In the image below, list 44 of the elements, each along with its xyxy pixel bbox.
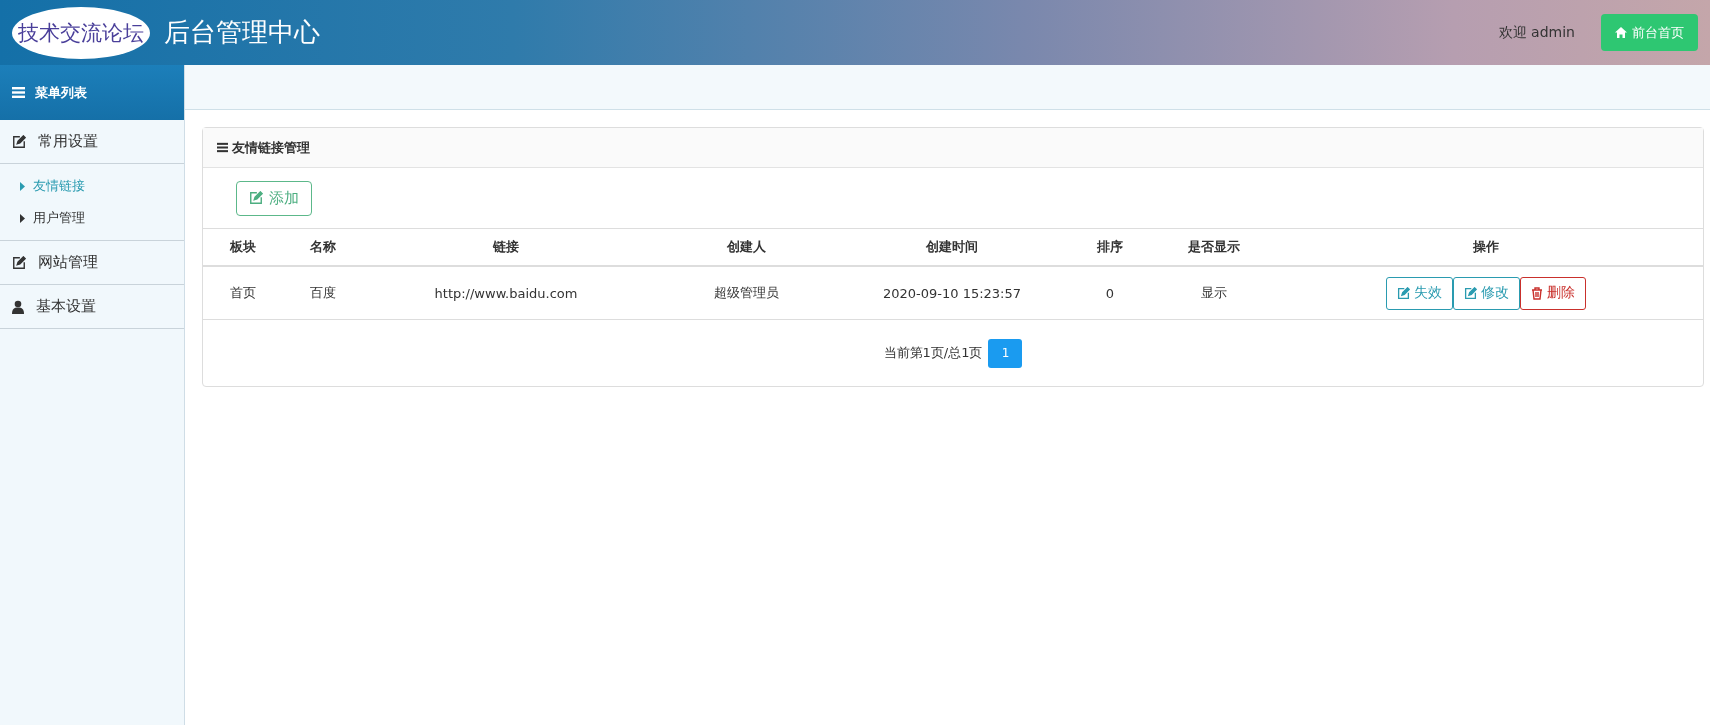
sidebar-item[interactable]: 友情链接 [0, 170, 184, 202]
table-cell: 百度 [283, 266, 363, 320]
page-summary: 当前第1页/总1页 [883, 344, 983, 362]
edit-icon [249, 191, 263, 205]
column-header: 是否显示 [1159, 229, 1269, 266]
column-header: 创建时间 [843, 229, 1061, 266]
sidebar-title: 菜单列表 [35, 83, 87, 102]
column-header: 板块 [203, 229, 283, 266]
caret-icon [20, 213, 25, 223]
column-header: 名称 [283, 229, 363, 266]
table-cell: 显示 [1159, 266, 1269, 320]
panel-title: 友情链接管理 [232, 138, 310, 157]
sidebar-group[interactable]: 基本设置 [0, 285, 184, 329]
table-cell: http://www.baidu.com [363, 266, 649, 320]
edit-button[interactable]: 修改 [1453, 276, 1520, 310]
menu-icon [217, 142, 228, 153]
table-cell: 首页 [203, 266, 283, 320]
page-title: 后台管理中心 [164, 16, 321, 49]
sidebar-item[interactable]: 用户管理 [0, 202, 184, 234]
menu-icon [12, 87, 25, 98]
welcome-text: 欢迎 admin [1498, 23, 1575, 42]
add-button[interactable]: 添加 [236, 180, 312, 216]
column-header: 创建人 [649, 229, 843, 266]
home-icon [1615, 27, 1627, 38]
table-cell: 2020-09-10 15:23:57 [843, 266, 1061, 320]
sidebar-group[interactable]: 网站管理 [0, 241, 184, 285]
edit-icon [12, 255, 26, 270]
page-button[interactable]: 1 [988, 338, 1023, 368]
user-icon [12, 299, 24, 314]
table-cell: 超级管理员 [649, 266, 843, 320]
edit-icon [1464, 286, 1477, 300]
edit-button[interactable]: 失效 [1386, 276, 1453, 310]
edit-icon [12, 134, 26, 149]
column-header: 操作 [1269, 229, 1703, 266]
column-header: 链接 [363, 229, 649, 266]
edit-icon [1397, 286, 1410, 300]
column-header: 排序 [1061, 229, 1159, 266]
caret-icon [20, 181, 25, 191]
home-button[interactable]: 前台首页 [1601, 14, 1698, 51]
logo: 技术交流论坛 [12, 6, 150, 59]
sidebar-group[interactable]: 常用设置 [0, 120, 184, 164]
trash-icon [1531, 286, 1543, 300]
delete-button[interactable]: 删除 [1520, 276, 1586, 310]
table-cell: 0 [1061, 266, 1159, 320]
